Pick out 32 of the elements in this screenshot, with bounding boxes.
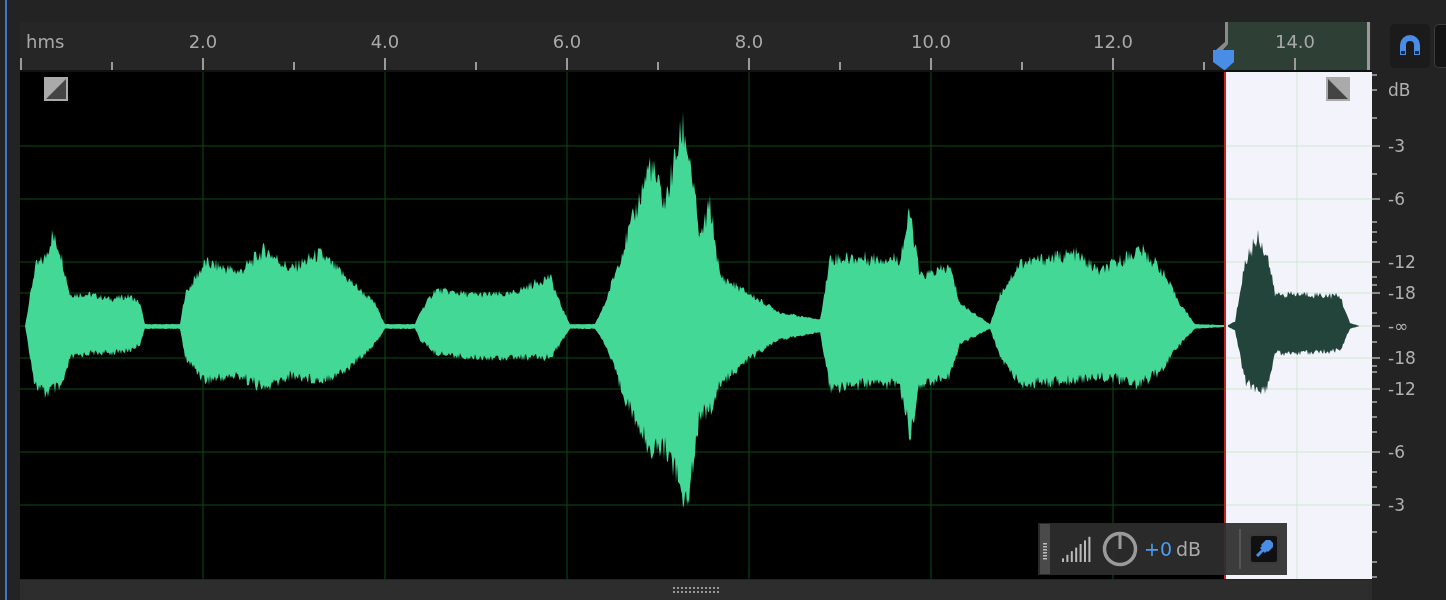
db-label: -∞ [1388, 316, 1409, 336]
fade-out-handle-icon[interactable] [1326, 77, 1350, 101]
time-label: 8.0 [734, 31, 764, 52]
time-label: 4.0 [370, 31, 400, 52]
db-label: -18 [1388, 348, 1416, 368]
gain-value[interactable]: +0 [1144, 538, 1172, 560]
db-label: -6 [1388, 189, 1405, 209]
db-label: -18 [1388, 283, 1416, 303]
db-label: -3 [1388, 495, 1405, 515]
grip-icon[interactable] [673, 586, 719, 594]
db-unit-label: dB [1388, 80, 1411, 100]
gain-unit: dB [1176, 538, 1202, 560]
db-label: -6 [1388, 442, 1405, 462]
db-label: -12 [1388, 252, 1416, 272]
time-unit-label: hms [26, 31, 65, 52]
snap-magnet-button[interactable] [1390, 24, 1430, 68]
playhead-marker[interactable] [1213, 22, 1234, 70]
pin-button[interactable] [1249, 534, 1280, 564]
time-label: 2.0 [188, 31, 218, 52]
grip-icon[interactable] [1040, 524, 1050, 574]
selection-end-handle[interactable] [1367, 22, 1370, 70]
waveform-display[interactable] [20, 72, 1372, 579]
time-ruler[interactable]: hms 2.0 4.0 6.0 8.0 10.0 12.0 14.0 [20, 22, 1372, 70]
db-label: -3 [1388, 136, 1405, 156]
pin-icon [1255, 540, 1274, 558]
fade-in-handle-icon[interactable] [44, 77, 68, 101]
time-label: 14.0 [1274, 31, 1316, 52]
knob-icon[interactable] [1102, 531, 1138, 567]
time-label: 6.0 [552, 31, 582, 52]
db-label: -12 [1388, 379, 1416, 399]
time-label: 10.0 [910, 31, 952, 52]
time-label: 12.0 [1092, 31, 1134, 52]
